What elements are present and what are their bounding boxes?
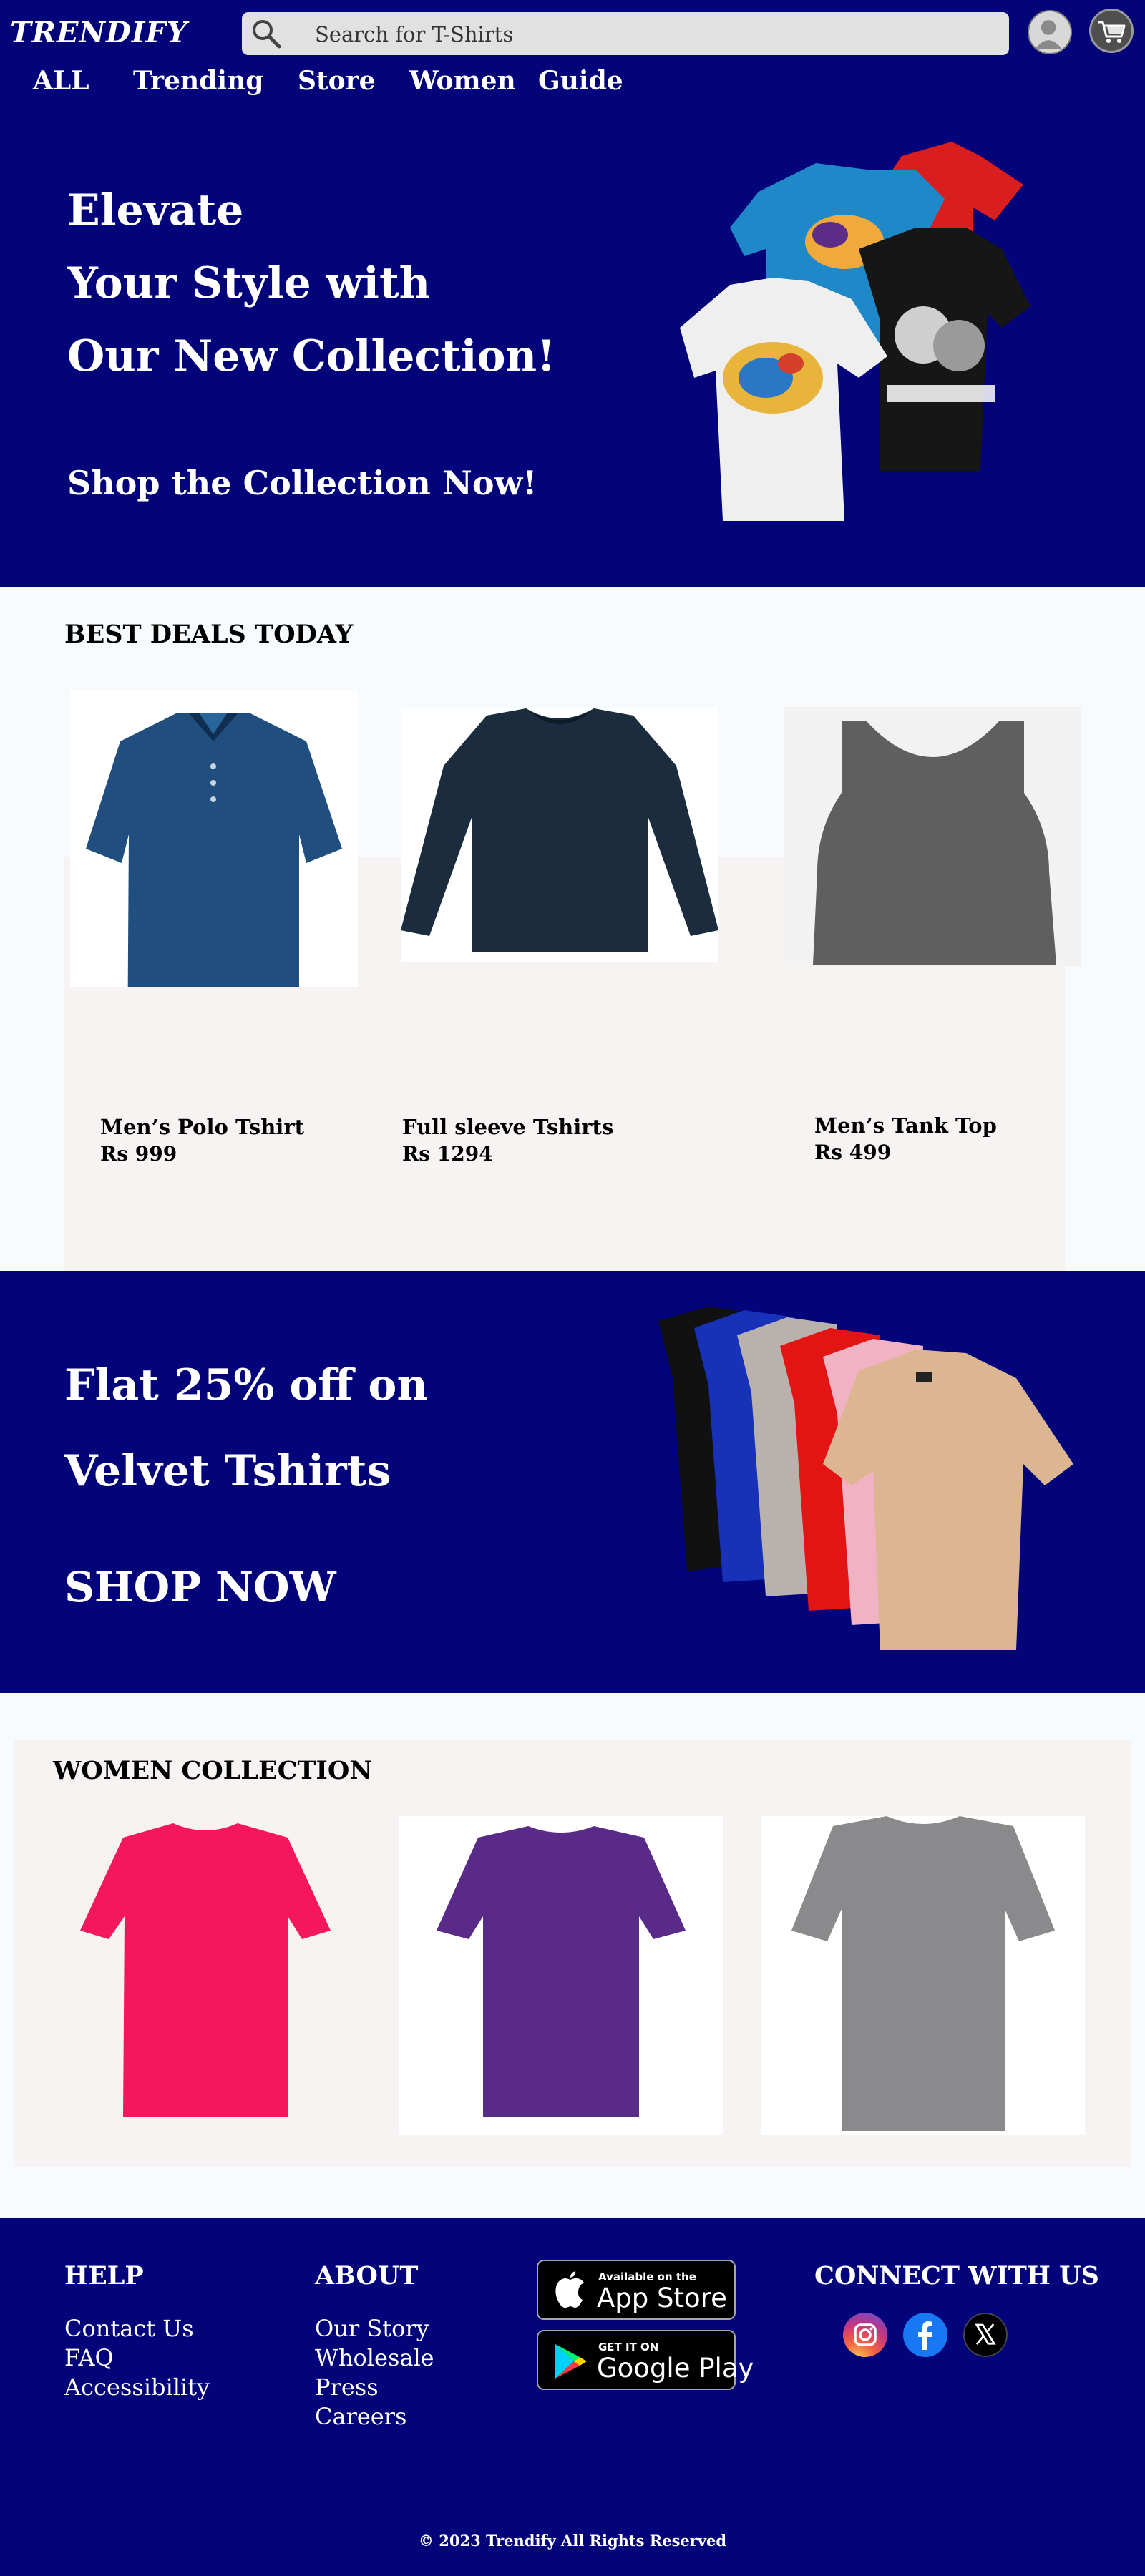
google-play-label: Google Play xyxy=(597,2353,754,2384)
cart-icon[interactable] xyxy=(1089,9,1134,53)
footer-link[interactable]: Wholesale xyxy=(315,2343,434,2373)
nav-store[interactable]: Store xyxy=(298,66,376,96)
best-deals-section: BEST DEALS TODAY Men’s Polo Tshirt Rs 99… xyxy=(0,587,1145,1271)
product-image-pink-tee[interactable] xyxy=(59,1816,352,2135)
nav-trending[interactable]: Trending xyxy=(133,66,263,96)
product-image-full-sleeve[interactable] xyxy=(401,708,718,962)
product-name[interactable]: Men’s Tank Top xyxy=(814,1113,997,1138)
footer-connect-title: CONNECT WITH US xyxy=(814,2261,1099,2290)
user-icon[interactable] xyxy=(1028,10,1072,54)
velvet-tshirts-image xyxy=(658,1307,1073,1650)
facebook-icon[interactable] xyxy=(903,2313,947,2357)
section-title: BEST DEALS TODAY xyxy=(64,620,354,649)
apple-icon xyxy=(555,2271,584,2308)
product-price: Rs 1294 xyxy=(402,1142,493,1166)
shop-collection-link[interactable]: Shop the Collection Now! xyxy=(67,464,537,502)
promo-title-line: Flat 25% off on xyxy=(64,1360,429,1410)
hero-tshirts-image xyxy=(680,142,1030,521)
promo-title-line: Velvet Tshirts xyxy=(64,1446,391,1496)
hero-title-line: Your Style with xyxy=(67,258,431,308)
product-image-tank-top[interactable] xyxy=(784,707,1081,966)
site-footer: HELP Contact Us FAQ Accessibility ABOUT … xyxy=(0,2218,1145,2576)
footer-link[interactable]: Press xyxy=(315,2373,434,2402)
footer-link[interactable]: Accessibility xyxy=(64,2373,210,2402)
brand-logo[interactable]: TRENDIFY xyxy=(10,16,187,49)
google-play-icon xyxy=(555,2344,587,2379)
product-price: Rs 499 xyxy=(814,1141,892,1164)
app-store-button[interactable]: Available on the App Store xyxy=(537,2260,736,2320)
product-image-gray-tee[interactable] xyxy=(761,1816,1085,2135)
footer-help-links: Contact Us FAQ Accessibility xyxy=(64,2314,210,2402)
main-nav: ALL Trending Store Women Guide xyxy=(0,66,1145,106)
app-store-small-text: Available on the xyxy=(598,2270,696,2283)
product-image-purple-tee[interactable] xyxy=(399,1816,723,2135)
footer-link[interactable]: Our Story xyxy=(315,2314,434,2343)
app-store-label: App Store xyxy=(597,2283,727,2313)
nav-women[interactable]: Women xyxy=(409,66,516,96)
nav-guide[interactable]: Guide xyxy=(538,66,623,96)
promo-banner: Flat 25% off on Velvet Tshirts SHOP NOW xyxy=(0,1271,1145,1693)
google-play-small-text: GET IT ON xyxy=(598,2341,659,2353)
footer-link[interactable]: FAQ xyxy=(64,2343,210,2373)
section-title: WOMEN COLLECTION xyxy=(53,1756,373,1785)
footer-help-title: HELP xyxy=(64,2261,144,2290)
search-bar[interactable]: Search for T-Shirts xyxy=(242,12,1009,55)
footer-about-links: Our Story Wholesale Press Careers xyxy=(315,2314,434,2431)
product-price: Rs 999 xyxy=(100,1142,177,1166)
promo-title: Flat 25% off on Velvet Tshirts xyxy=(64,1342,565,1514)
copyright-text: © 2023 Trendify All Rights Reserved xyxy=(418,2532,727,2550)
footer-link[interactable]: Contact Us xyxy=(64,2314,210,2343)
footer-about-title: ABOUT xyxy=(315,2261,419,2290)
product-name[interactable]: Men’s Polo Tshirt xyxy=(100,1115,304,1139)
instagram-icon[interactable] xyxy=(843,2313,887,2357)
hero-title: Elevate Your Style with Our New Collecti… xyxy=(67,174,568,393)
x-icon[interactable] xyxy=(963,2313,1008,2357)
google-play-button[interactable]: GET IT ON Google Play xyxy=(537,2330,754,2390)
site-header: TRENDIFY Search for T-Shirts ALL Trendin… xyxy=(0,0,1145,120)
footer-link[interactable]: Careers xyxy=(315,2402,434,2431)
product-image-polo[interactable] xyxy=(70,691,358,1063)
hero-title-line: Our New Collection! xyxy=(67,331,556,381)
women-collection-section: WOMEN COLLECTION xyxy=(14,1740,1131,2167)
hero-title-line: Elevate xyxy=(67,185,244,235)
search-input[interactable]: Search for T-Shirts xyxy=(315,22,513,47)
product-name[interactable]: Full sleeve Tshirts xyxy=(402,1115,613,1139)
search-icon[interactable] xyxy=(249,16,283,51)
nav-all[interactable]: ALL xyxy=(33,66,89,96)
hero-banner: Elevate Your Style with Our New Collecti… xyxy=(0,120,1145,587)
shop-now-button[interactable]: SHOP NOW xyxy=(64,1563,336,1611)
